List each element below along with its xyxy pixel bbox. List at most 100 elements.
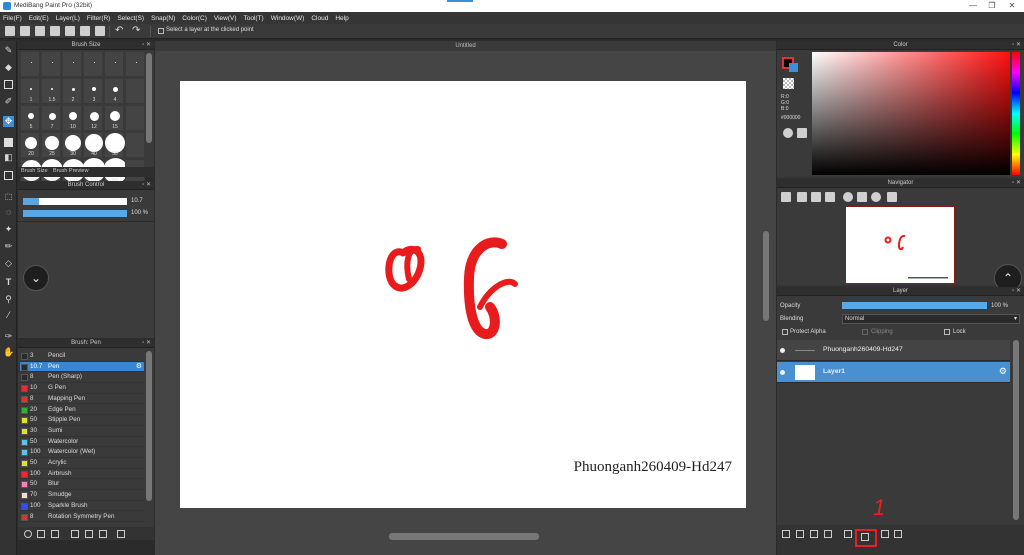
- menu-view[interactable]: View(V): [214, 15, 237, 22]
- brush-size-cell[interactable]: [62, 51, 82, 77]
- actual-size-icon[interactable]: [825, 192, 835, 202]
- canvas-area[interactable]: Untitled Phuonganh260409-Hd247: [155, 41, 776, 555]
- new-brush-icon[interactable]: [37, 530, 45, 538]
- brush-list-item[interactable]: 30 Sumi: [20, 426, 144, 437]
- rotate-right-icon[interactable]: [871, 192, 881, 202]
- chat-icon[interactable]: [35, 26, 45, 36]
- duplicate-icon[interactable]: [99, 530, 107, 538]
- brush-list-item[interactable]: 100 Sparkle Brush: [20, 501, 144, 512]
- menu-cloud[interactable]: Cloud: [311, 15, 328, 22]
- background-color-swatch[interactable]: [789, 63, 798, 72]
- panel-close-icon[interactable]: ▫ ✕: [1012, 41, 1021, 50]
- menu-help[interactable]: Help: [335, 15, 348, 22]
- brush-size-cell[interactable]: 1: [20, 78, 40, 104]
- brush-list-item[interactable]: 100 Watercolor (Wet): [20, 447, 144, 458]
- brush-size-cell[interactable]: [125, 51, 145, 77]
- brush-size-cell[interactable]: [104, 51, 124, 77]
- brush-list-item[interactable]: 8 Rotation Symmetry Pen: [20, 512, 144, 523]
- grid-icon[interactable]: [95, 26, 105, 36]
- image-icon[interactable]: [50, 26, 60, 36]
- bucket-tool-icon[interactable]: ◧: [3, 152, 14, 163]
- brush-size-cell[interactable]: 4: [104, 78, 124, 104]
- lock-checkbox[interactable]: [944, 329, 950, 335]
- hue-slider[interactable]: [1012, 52, 1020, 175]
- flip-icon[interactable]: [857, 192, 867, 202]
- clipping-checkbox[interactable]: [862, 329, 868, 335]
- brush-size-cell[interactable]: 3: [83, 78, 103, 104]
- brush-size-cell[interactable]: [125, 105, 145, 131]
- brush-list-item[interactable]: 20 Edge Pen: [20, 405, 144, 416]
- transparent-swatch[interactable]: [783, 78, 794, 89]
- select-layer-checkbox[interactable]: [158, 28, 164, 34]
- select-eraser-icon[interactable]: ◇: [3, 258, 14, 269]
- minimize-icon[interactable]: —: [963, 0, 983, 12]
- eye-icon[interactable]: [780, 370, 785, 375]
- brush-list-item[interactable]: 10 G Pen: [20, 383, 144, 394]
- navigator-thumbnail[interactable]: [845, 206, 955, 284]
- brush-list-item[interactable]: 100 Airbrush: [20, 469, 144, 480]
- eyedropper-icon[interactable]: ⁄: [3, 310, 14, 321]
- brush-list-item[interactable]: 50 Stipple Pen: [20, 415, 144, 426]
- protect-alpha-checkbox[interactable]: [782, 329, 788, 335]
- brush-size-cell[interactable]: [20, 51, 40, 77]
- drawing-canvas[interactable]: Phuonganh260409-Hd247: [180, 81, 746, 508]
- page-icon[interactable]: [65, 26, 75, 36]
- select-tool-icon[interactable]: ⬚: [3, 191, 14, 202]
- saturation-value-picker[interactable]: [812, 52, 1010, 175]
- brush-size-cell[interactable]: 15: [104, 105, 124, 131]
- upload-icon[interactable]: [20, 26, 30, 36]
- layer-row-selected[interactable]: Layer1 ⚙: [777, 362, 1010, 383]
- tab-brush-preview[interactable]: Brush Preview: [53, 168, 88, 174]
- tab-brush-size[interactable]: Brush Size: [21, 168, 48, 174]
- brush-size-cell[interactable]: [83, 51, 103, 77]
- brush-size-cell[interactable]: 2: [62, 78, 82, 104]
- canvas-horizontal-scrollbar[interactable]: [389, 533, 539, 540]
- menu-filter[interactable]: Filter(R): [87, 15, 110, 22]
- move-tool-icon[interactable]: ✥: [3, 116, 14, 127]
- maximize-icon[interactable]: ❐: [982, 0, 1002, 12]
- layout-icon[interactable]: [80, 26, 90, 36]
- gear-icon[interactable]: ⚙: [136, 362, 142, 373]
- panel-close-icon[interactable]: ▫ ✕: [142, 181, 151, 190]
- zoom-out-icon[interactable]: [797, 192, 807, 202]
- pipette-icon[interactable]: ✑: [3, 331, 14, 342]
- color-history-icon[interactable]: [797, 128, 807, 138]
- hand-tool-icon[interactable]: ✋: [3, 347, 14, 358]
- merge-down-icon[interactable]: [881, 530, 889, 538]
- menu-tool[interactable]: Tool(T): [244, 15, 264, 22]
- gear-icon[interactable]: ⚙: [999, 366, 1007, 377]
- copy-brush-icon[interactable]: [71, 530, 79, 538]
- lasso-tool-icon[interactable]: ◌: [3, 207, 14, 218]
- brush-list-item[interactable]: 50 Watercolor: [20, 437, 144, 448]
- new-halftone-layer-icon[interactable]: [796, 530, 804, 538]
- brush-size-cell[interactable]: 12: [83, 105, 103, 131]
- redo-icon[interactable]: ↷: [132, 26, 142, 36]
- canvas-vertical-scrollbar[interactable]: [763, 231, 769, 321]
- brush-size-scrollbar[interactable]: [146, 53, 152, 143]
- fill-rect-tool-icon[interactable]: [4, 138, 13, 147]
- brush-list-item[interactable]: 50 Blur: [20, 479, 144, 491]
- pen-tool-icon[interactable]: ✐: [3, 96, 14, 107]
- menu-window[interactable]: Window(W): [271, 15, 305, 22]
- brush-size-cell[interactable]: 30: [62, 132, 82, 158]
- menu-layer[interactable]: Layer(L): [56, 15, 80, 22]
- rotate-left-icon[interactable]: [843, 192, 853, 202]
- new-8bit-layer-icon[interactable]: [810, 530, 818, 538]
- brush-size-cell[interactable]: [41, 51, 61, 77]
- brush-size-cell[interactable]: 20: [20, 132, 40, 158]
- blending-select[interactable]: Normal ▾: [842, 314, 1020, 324]
- brush-size-cell[interactable]: 7: [41, 105, 61, 131]
- menu-select[interactable]: Select(S): [117, 15, 144, 22]
- trash-icon[interactable]: [894, 530, 902, 538]
- brush-list-scrollbar[interactable]: [146, 351, 152, 501]
- operation-tool-icon[interactable]: ⚲: [3, 294, 14, 305]
- brush-opacity-slider[interactable]: [23, 210, 127, 217]
- reset-view-icon[interactable]: [887, 192, 897, 202]
- brush-size-cell[interactable]: 25: [41, 132, 61, 158]
- layer-scrollbar[interactable]: [1013, 340, 1019, 520]
- brush-size-cell[interactable]: 1.5: [41, 78, 61, 104]
- rect-tool-icon[interactable]: [4, 80, 13, 89]
- panel-close-icon[interactable]: ▫ ✕: [142, 41, 151, 50]
- trash-icon[interactable]: [117, 530, 125, 538]
- close-icon[interactable]: ✕: [1002, 0, 1022, 12]
